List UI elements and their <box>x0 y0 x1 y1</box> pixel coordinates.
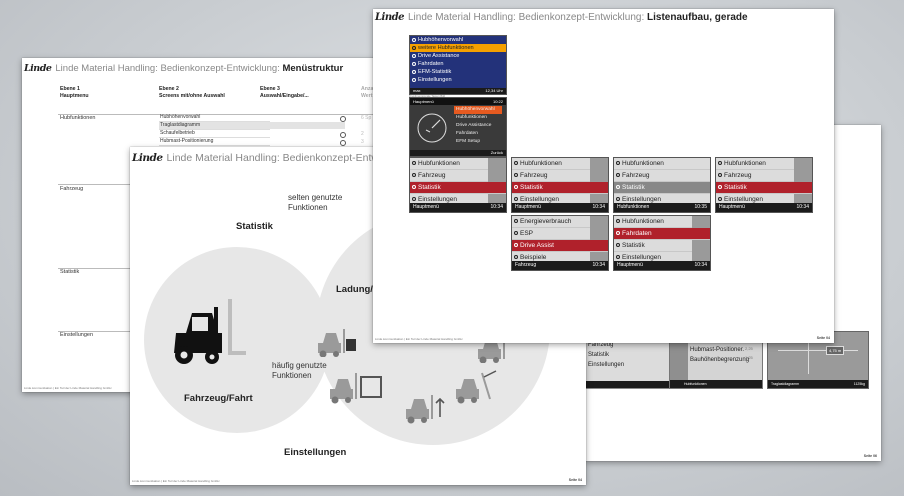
column-header-2: Ebene 2 Screens mit/ohne Auswahl <box>159 86 225 99</box>
status-bar: Hubfunktionen <box>670 380 762 388</box>
list-item[interactable]: Hubfunktionen <box>454 114 502 122</box>
radio-circle-icon <box>340 116 346 122</box>
table-row: Schaufelbetrieb <box>159 130 270 138</box>
list-item[interactable]: Drive Assistance <box>410 52 506 60</box>
menu-item[interactable]: Hubfunktionen <box>512 158 590 170</box>
screen-hubfunktionen-icons: Hubfunktionen Fahrzeug Statistik Einstel… <box>613 157 711 213</box>
screen-main-list-blue: Hubhöhenvorwahl weitere Hubfunktionen Dr… <box>409 35 507 95</box>
list-item[interactable]: EFM Setup <box>454 138 502 146</box>
menu-item[interactable]: ESP <box>512 228 590 240</box>
header-title: Menüstruktur <box>282 63 344 74</box>
header-prefix: Linde Material Handling: Bedienkonzept-E… <box>55 63 280 74</box>
forklift-lift-icon <box>406 395 445 424</box>
forklift-icon <box>174 299 246 364</box>
linde-logo: Linde <box>132 152 163 164</box>
sheet-header: Linde Linde Material Handling: Bedienkon… <box>375 12 748 23</box>
screen-hauptmenu: Hubfunktionen Fahrzeug Statistik Einstel… <box>409 157 507 213</box>
category-fahrzeug: Fahrzeug <box>60 186 84 192</box>
status-bar: Hubfunktionen 10:35 <box>614 203 710 212</box>
screen-fahrzeug: Energieverbrauch ESP Drive Assist Beispi… <box>511 215 609 271</box>
sheet-listenaufbau: Linde Linde Material Handling: Bedienkon… <box>373 9 834 343</box>
menu-item[interactable]: Fahrzeug <box>512 170 590 182</box>
column-header-1: Ebene 1 Hauptmenu <box>60 86 89 99</box>
list-item-selected[interactable]: weitere Hubfunktionen <box>410 44 506 52</box>
linde-logo: Linde <box>24 63 52 74</box>
radio-circle-icon <box>340 132 346 138</box>
menu-item-selected[interactable]: Statistik <box>410 182 506 194</box>
category-hubfunktionen: Hubfunktionen <box>60 115 96 121</box>
screen-hauptmenu: Hubfunktionen Fahrzeug Statistik Einstel… <box>715 157 813 213</box>
status-bar: Zurück <box>410 150 506 156</box>
label-statistik: Statistik <box>236 221 273 232</box>
label-fahrzeug-fahrt: Fahrzeug/Fahrt <box>184 393 253 404</box>
menu-item[interactable]: Hubfunktionen <box>410 158 488 170</box>
header-title: Listenaufbau, gerade <box>647 12 748 23</box>
table-row: Hubmast-Positionierung <box>159 138 270 146</box>
page-number: Seite 04 <box>568 478 582 482</box>
list-item[interactable]: Hubhöhenvorwahl <box>410 36 506 44</box>
category-statistik: Statistik <box>60 269 80 275</box>
status-bar: Hauptmenü 10:34 <box>512 203 608 212</box>
height-readout: 4,75 m <box>826 346 845 355</box>
menu-item[interactable]: Hubfunktionen <box>614 216 692 228</box>
column-header-4: Anza Wert <box>361 86 374 99</box>
screen-dial: Hauptmenü 10:22 Hubhöhenvorwahl Hubfunkti… <box>409 97 507 157</box>
table-row: Hubhöhenvorwahl <box>159 114 270 122</box>
menu-item-selected[interactable]: Statistik <box>614 182 710 194</box>
sheet-footer: Linde kommunikation | Ein Teil der Linde… <box>132 479 220 483</box>
forklift-icon <box>318 329 356 357</box>
sheet-footer: Linde kommunikation | Ein Teil der Linde… <box>375 337 463 341</box>
sheet-footer: Linde kommunikation | Ein Teil der Linde… <box>24 386 112 390</box>
radio-circle-icon <box>340 140 346 146</box>
forklift-tilt-icon <box>456 370 497 404</box>
menu-item[interactable]: Fahrzeug <box>614 170 710 182</box>
label-einstellungen: Einstellungen <box>284 447 347 458</box>
menu-item-selected[interactable]: Statistik <box>716 182 812 194</box>
menu-item[interactable]: Statistik <box>614 240 692 252</box>
status-bar: Hauptmenü 10:34 <box>716 203 812 212</box>
menu-item[interactable]: Fahrzeug <box>716 170 794 182</box>
header-prefix: Linde Material Handling: Bedienkonzept-E… <box>407 12 645 23</box>
list-item[interactable]: EFM-Statistik <box>410 68 506 76</box>
list-item[interactable]: Einstellungen <box>410 76 506 84</box>
linde-logo: Linde <box>375 12 404 23</box>
label-ladung: Ladung/ <box>336 284 373 295</box>
sheet-header: Linde Linde Material Handling: Bedienkon… <box>24 63 343 74</box>
menu-item[interactable]: Fahrzeug <box>410 170 488 182</box>
list-item[interactable]: Fahrdaten <box>410 60 506 68</box>
table-row-selected: Traglastdiagramm <box>159 122 270 130</box>
status-bar: Hauptmenü 10:34 <box>410 203 506 212</box>
forklift-icon <box>330 373 382 404</box>
menu-item-selected[interactable]: Statistik <box>512 182 608 194</box>
page-number: Seite 04 <box>816 336 830 340</box>
column-header-3: Ebene 3 Auswahl/Eingabe/... <box>260 86 309 99</box>
page-number: Seite 06 <box>863 454 877 458</box>
menu-item[interactable]: Hubfunktionen <box>716 158 794 170</box>
menu-item[interactable]: Hubfunktionen <box>614 158 710 170</box>
status-bar: Hauptmenü 10:34 <box>614 261 710 270</box>
note-rare-functions: selten genutzte Funktionen <box>288 193 343 212</box>
screen-hauptmenu: Hubfunktionen Fahrzeug Statistik Einstel… <box>511 157 609 213</box>
menu-item[interactable]: Energieverbrauch <box>512 216 590 228</box>
category-einstellungen: Einstellungen <box>60 332 94 338</box>
menu-item-selected[interactable]: Fahrdaten <box>614 228 710 240</box>
menu-item-selected[interactable]: Drive Assist <box>512 240 608 252</box>
list-item[interactable]: Fahrdaten <box>454 130 502 138</box>
rotary-dial-icon[interactable] <box>414 110 450 146</box>
list-item-selected[interactable]: Hubhöhenvorwahl <box>454 106 502 114</box>
list-item[interactable]: Drive Assistance <box>454 122 502 130</box>
status-bar: Fahrzeug 10:34 <box>512 261 608 270</box>
screen-fahrdaten: Hubfunktionen Fahrdaten Statistik Einste… <box>613 215 711 271</box>
